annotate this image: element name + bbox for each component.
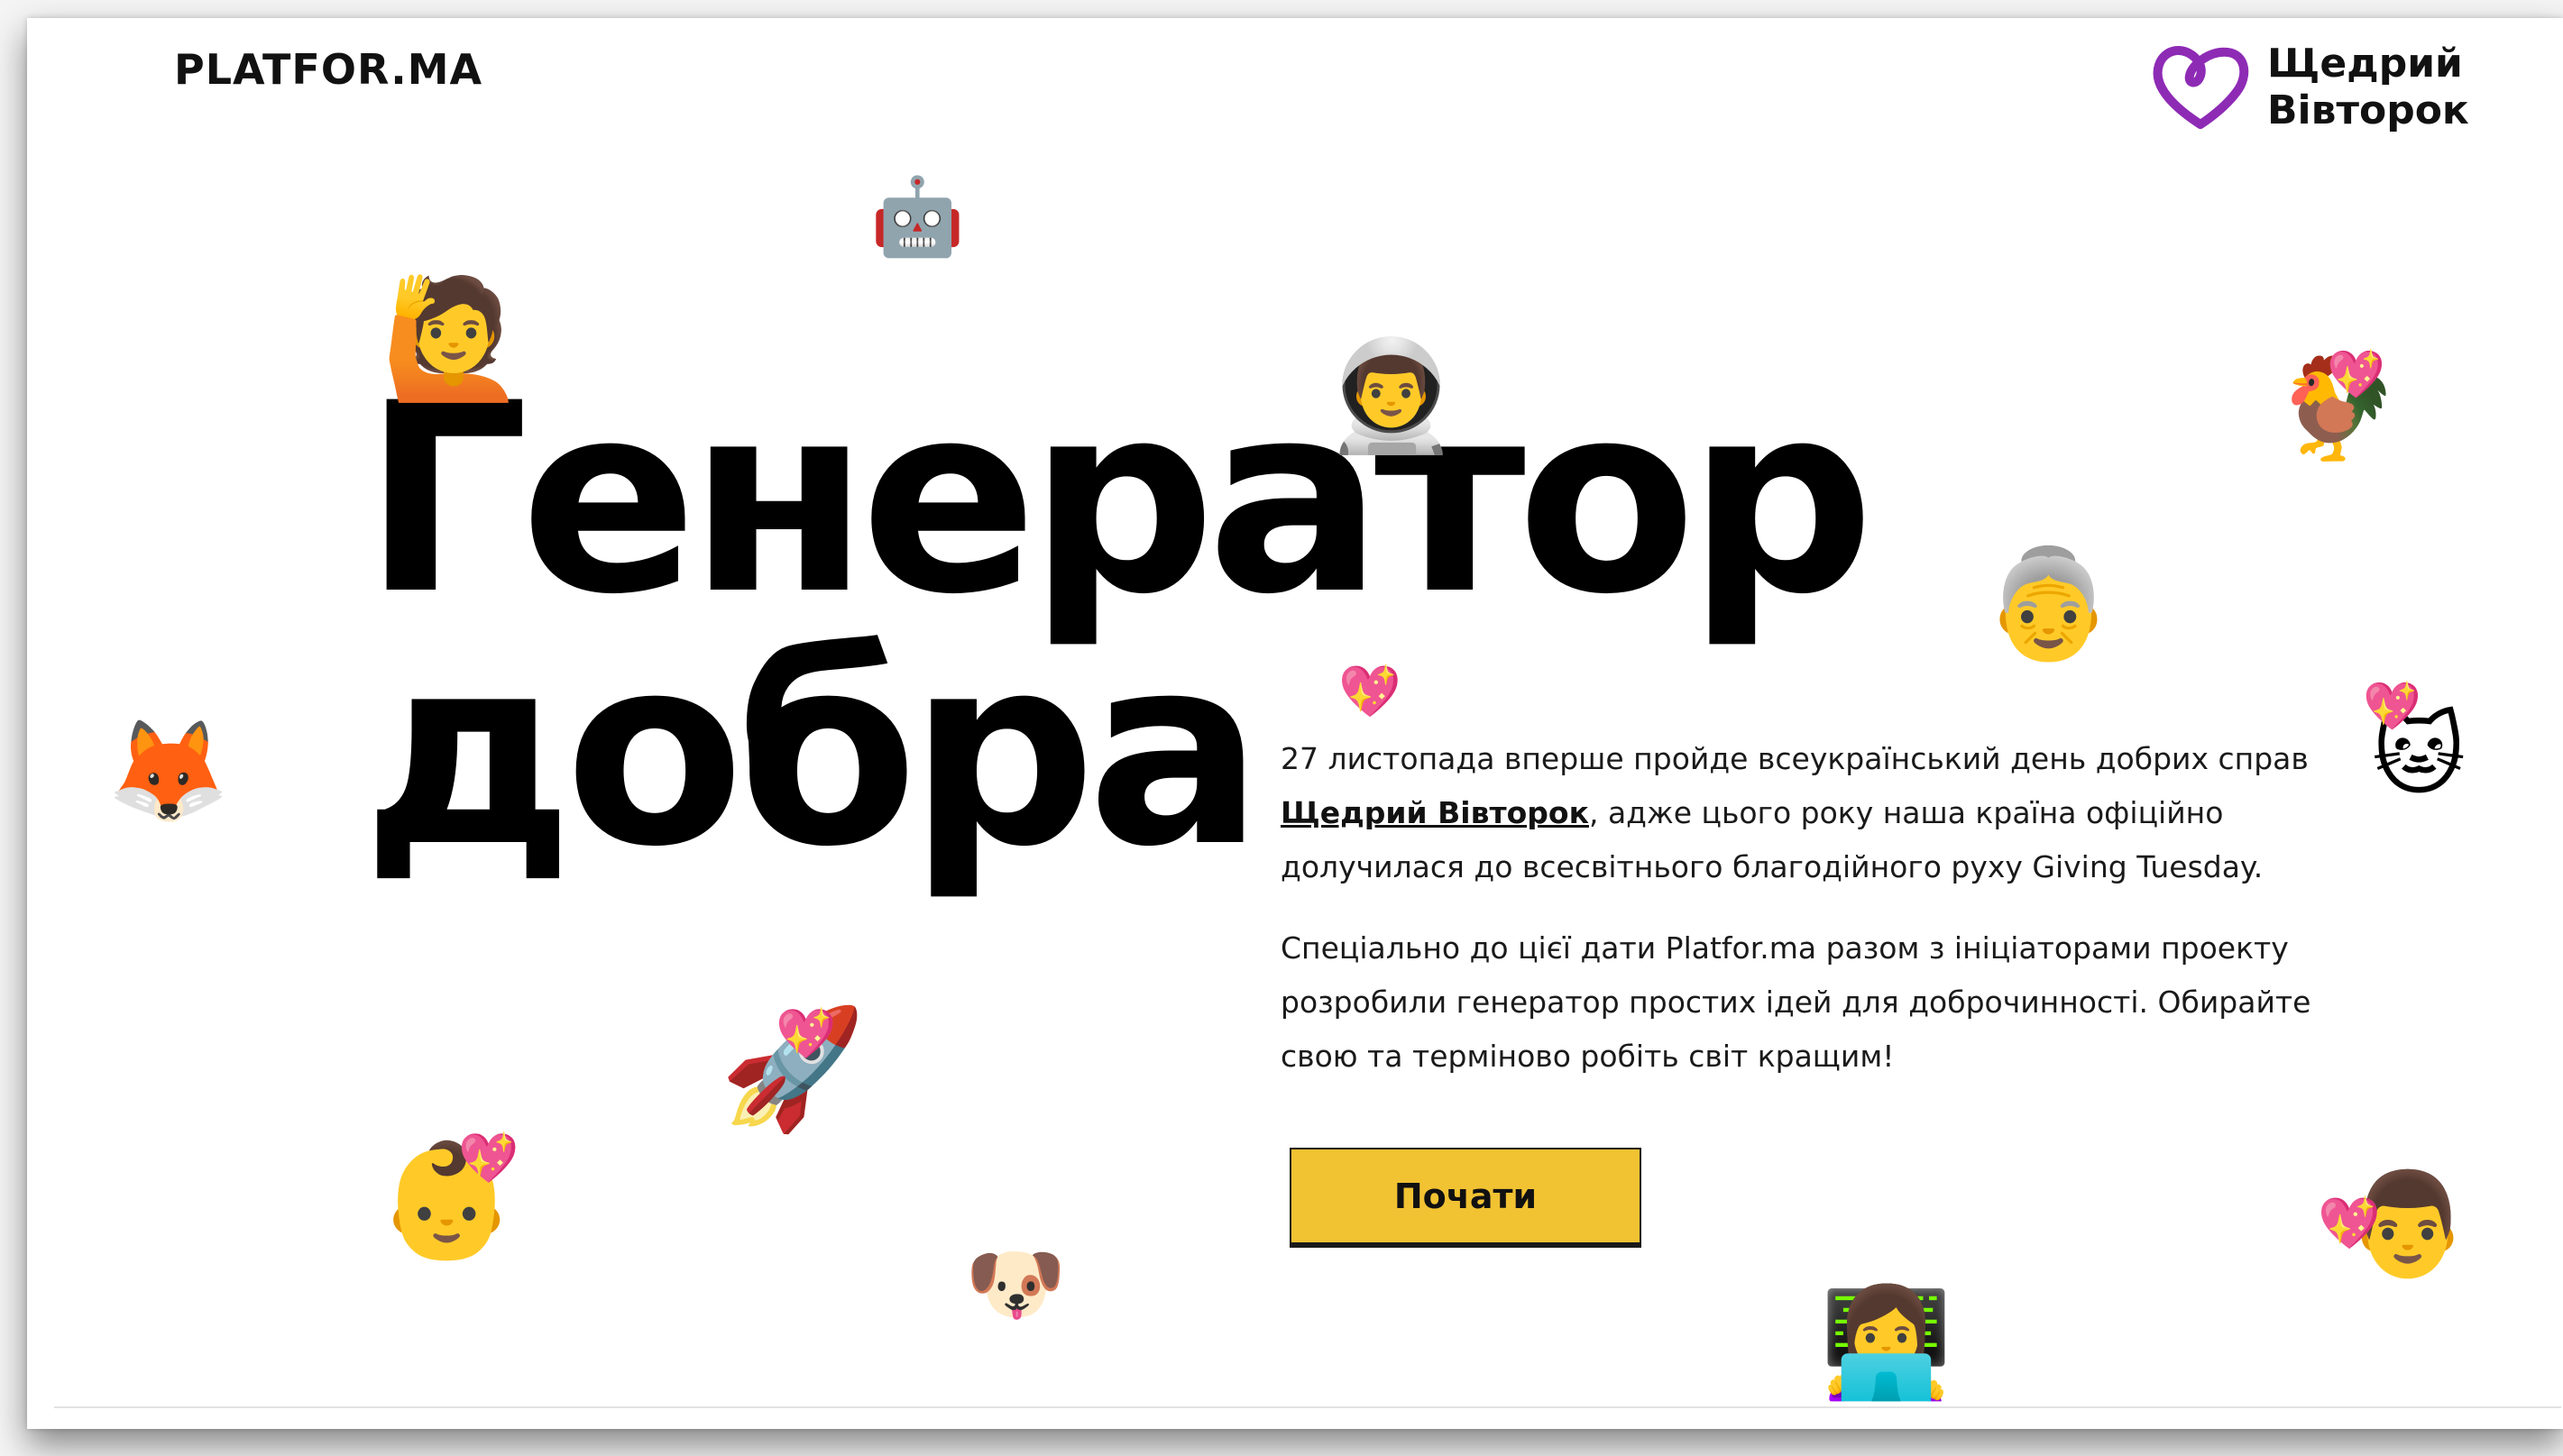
heart-outline-icon bbox=[2153, 46, 2249, 129]
woman-raising-hand-icon: 🙋 bbox=[381, 270, 527, 407]
shchedryi-vivtorok-link[interactable]: Щедрий Вівторок bbox=[1281, 795, 1589, 830]
platforma-logo[interactable]: PLATFOR.MA bbox=[174, 45, 482, 94]
astronaut-icon: 👨‍🚀 bbox=[1324, 334, 1459, 459]
divider bbox=[54, 1406, 2561, 1408]
page-frame: PLATFOR.MA Щедрий Вівторок Генератор доб… bbox=[27, 18, 2563, 1429]
dog-icon: 🐶 bbox=[965, 1237, 1067, 1332]
title-line-1: Генератор bbox=[363, 348, 1875, 652]
partner-name: Щедрий Вівторок bbox=[2267, 41, 2469, 134]
start-button[interactable]: Почати bbox=[1290, 1148, 1641, 1244]
partner-logo-link[interactable]: Щедрий Вівторок bbox=[2146, 38, 2469, 137]
heart-icon: 💖 bbox=[2327, 348, 2385, 402]
intro-text: 27 листопада вперше пройде всеукраїнськи… bbox=[1281, 732, 2345, 1111]
partner-name-line2: Вівторок bbox=[2267, 87, 2469, 133]
heart-icon: 💖 bbox=[1338, 663, 1401, 721]
intro-paragraph-2: Спеціально до цієї дати Platfor.ma разом… bbox=[1281, 930, 2311, 1074]
heart-icon: 💖 bbox=[458, 1130, 519, 1186]
technologist-icon: 👩‍💻 bbox=[1820, 1280, 1952, 1405]
old-woman-icon: 👵 bbox=[1982, 541, 2115, 665]
fox-icon: 🦊 bbox=[106, 713, 230, 829]
heart-icon: 💖 bbox=[776, 1005, 837, 1062]
robot-icon: 🤖 bbox=[870, 172, 965, 261]
intro-paragraph-1: 27 листопада вперше пройде всеукраїнськи… bbox=[1281, 732, 2345, 894]
intro-p1-start: 27 листопада вперше пройде всеукраїнськи… bbox=[1281, 741, 2309, 776]
partner-name-line1: Щедрий bbox=[2267, 41, 2463, 87]
heart-icon: 💖 bbox=[2363, 680, 2421, 734]
heart-icon: 💖 bbox=[2318, 1195, 2381, 1253]
